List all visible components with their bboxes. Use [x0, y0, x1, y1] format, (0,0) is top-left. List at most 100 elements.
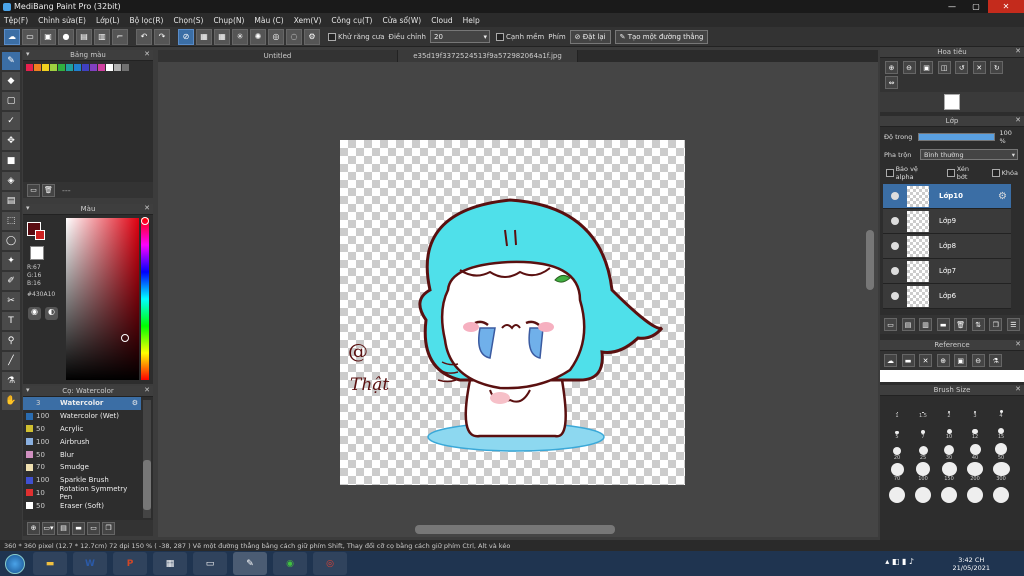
duplicate-layer-icon[interactable]: ❐ — [989, 318, 1003, 331]
cloud-icon[interactable]: ☁ — [4, 28, 20, 45]
menu-view[interactable]: Xem(V) — [294, 16, 322, 25]
reference-close-file-icon[interactable]: ✕ — [919, 354, 933, 367]
redo-icon[interactable]: ↷ — [154, 28, 170, 45]
collapse-icon[interactable]: ▾ — [26, 50, 30, 58]
dot-tool-icon[interactable]: ▢ — [2, 92, 20, 110]
brush-size-option[interactable]: 50 — [988, 441, 1014, 461]
reference-close-icon[interactable]: ✕ — [1015, 340, 1021, 348]
brush-list-item[interactable]: 70 Smudge — [23, 461, 141, 474]
taskbar-medibang-icon[interactable]: ✎ — [233, 552, 267, 575]
layer-item[interactable]: Lớp6 — [883, 284, 1011, 309]
menu-help[interactable]: Help — [463, 16, 480, 25]
taskbar-explorer-icon[interactable]: ▬ — [33, 552, 67, 575]
reset-button[interactable]: ⊘ Đặt lại — [569, 29, 611, 44]
brush-folder-icon[interactable]: ▬ — [72, 521, 85, 535]
brush-size-option[interactable]: 200 — [962, 462, 988, 482]
bucket-tool-icon[interactable]: ◈ — [2, 172, 20, 190]
layer-item[interactable]: Lớp8 — [883, 234, 1011, 259]
reference-open-icon[interactable]: ▬ — [901, 354, 915, 367]
color-close-icon[interactable]: ✕ — [144, 204, 150, 212]
brush-size-option[interactable]: 1.5 — [910, 399, 936, 419]
tab-jpg[interactable]: e35d19f3372524513f9a572982064a1f.jpg — [398, 50, 578, 62]
menu-layer[interactable]: Lớp(L) — [96, 16, 120, 25]
reset-rotation-icon[interactable]: ✕ — [972, 61, 986, 74]
gear-icon[interactable]: ⚙ — [998, 191, 1007, 202]
undo-icon[interactable]: ↶ — [136, 28, 152, 45]
brush-list-item[interactable]: 10 Rotation Symmetry Pen — [23, 485, 141, 501]
palette-swatch[interactable] — [42, 64, 49, 71]
reference-eyedropper-icon[interactable]: ⚗ — [989, 354, 1003, 367]
grid-snap-icon[interactable]: ▦ — [214, 28, 230, 45]
gradient-tool-icon[interactable]: ▤ — [2, 192, 20, 210]
taskbar-calculator-icon[interactable]: ▦ — [153, 552, 187, 575]
brush-list-item[interactable]: 3 Watercolor ⚙ — [23, 397, 141, 410]
protect-alpha-checkbox[interactable] — [886, 169, 894, 177]
fit-icon[interactable]: ▣ — [920, 61, 934, 74]
collapse-icon[interactable]: ▾ — [26, 204, 30, 212]
blend-select[interactable]: Bình thường ▾ — [920, 149, 1018, 160]
palette-swatch[interactable] — [58, 64, 65, 71]
picker-cursor[interactable] — [121, 334, 129, 342]
palette-swatch[interactable] — [34, 64, 41, 71]
radial-snap-icon[interactable]: ✺ — [250, 28, 266, 45]
menu-color[interactable]: Màu (C) — [254, 16, 283, 25]
brush-size-option[interactable]: 25 — [910, 441, 936, 461]
divide-tool-icon[interactable]: ╱ — [2, 352, 20, 370]
eyedropper-icon[interactable]: ⚗ — [2, 372, 20, 390]
palette-swatch[interactable] — [50, 64, 57, 71]
select-pen-tool-icon[interactable]: ✐ — [2, 272, 20, 290]
no-snap-icon[interactable]: ⊘ — [178, 28, 194, 45]
circle-snap-icon[interactable]: ◎ — [268, 28, 284, 45]
brush-size-option[interactable]: 70 — [884, 462, 910, 482]
navigator-preview[interactable] — [880, 92, 1024, 112]
visibility-icon[interactable] — [891, 292, 899, 300]
brush-cloud-icon[interactable]: ▭ — [87, 521, 100, 535]
new-palette-icon[interactable]: ▭ — [27, 183, 40, 197]
menu-edit[interactable]: Chỉnh sửa(E) — [38, 16, 86, 25]
brush-size-option[interactable]: 1 — [884, 399, 910, 419]
antialias-checkbox[interactable] — [328, 32, 336, 41]
color-wheel-icon[interactable]: ◉ — [28, 307, 41, 320]
layer-item[interactable]: Lớp7 — [883, 259, 1011, 284]
palette-swatch[interactable] — [114, 64, 121, 71]
menu-select[interactable]: Chọn(S) — [173, 16, 203, 25]
brush-size-option[interactable] — [884, 483, 910, 503]
brush-list-item[interactable]: 50 Blur — [23, 448, 141, 461]
perspective-snap-icon[interactable]: ✳ — [232, 28, 248, 45]
comment-icon[interactable]: ● — [58, 28, 74, 45]
save-icon[interactable]: ▤ — [76, 28, 92, 45]
opacity-slider[interactable] — [917, 133, 996, 141]
palette-swatch[interactable] — [66, 64, 73, 71]
rotate-right-icon[interactable]: ↻ — [990, 61, 1004, 74]
reference-fit-icon[interactable]: ▣ — [954, 354, 968, 367]
brush-size-option[interactable] — [910, 483, 936, 503]
select-rect-icon[interactable]: ⬚ — [2, 212, 20, 230]
operation-tool-icon[interactable]: ⚲ — [2, 332, 20, 350]
taskbar-chrome-icon[interactable]: ◎ — [313, 552, 347, 575]
brush-size-option[interactable]: 2 — [936, 399, 962, 419]
maximize-button[interactable]: ▢ — [964, 0, 988, 13]
reference-zoom-in-icon[interactable]: ⊕ — [936, 354, 950, 367]
add-brush-icon[interactable]: ⊕ — [27, 521, 40, 535]
palette-swatch[interactable] — [98, 64, 105, 71]
brush-size-option[interactable]: 10 — [936, 420, 962, 440]
menu-tools[interactable]: Công cụ(T) — [331, 16, 372, 25]
menu-filter[interactable]: Bộ lọc(R) — [130, 16, 164, 25]
brushsize-close-icon[interactable]: ✕ — [1015, 385, 1021, 393]
brush-size-option[interactable]: 5 — [884, 420, 910, 440]
brush-size-option[interactable] — [936, 483, 962, 503]
move-tool-icon[interactable]: ✥ — [2, 132, 20, 150]
magic-wand-icon[interactable]: ✦ — [2, 252, 20, 270]
menu-file[interactable]: Tệp(F) — [4, 16, 28, 25]
palette-swatch[interactable] — [26, 64, 33, 71]
collapse-icon[interactable]: ▾ — [26, 386, 30, 394]
zoom-out-icon[interactable]: ⊖ — [902, 61, 916, 74]
correction-select[interactable]: 20 ▾ — [430, 30, 490, 43]
brush-list-item[interactable]: 100 Airbrush — [23, 435, 141, 448]
palette-swatch[interactable] — [122, 64, 129, 71]
brush-size-option[interactable]: 150 — [936, 462, 962, 482]
layer-close-icon[interactable]: ✕ — [1015, 116, 1021, 124]
new-file-icon[interactable]: ▭ — [22, 28, 38, 45]
brush-duplicate-icon[interactable]: ❐ — [102, 521, 115, 535]
tab-untitled[interactable]: Untitled — [158, 50, 398, 62]
